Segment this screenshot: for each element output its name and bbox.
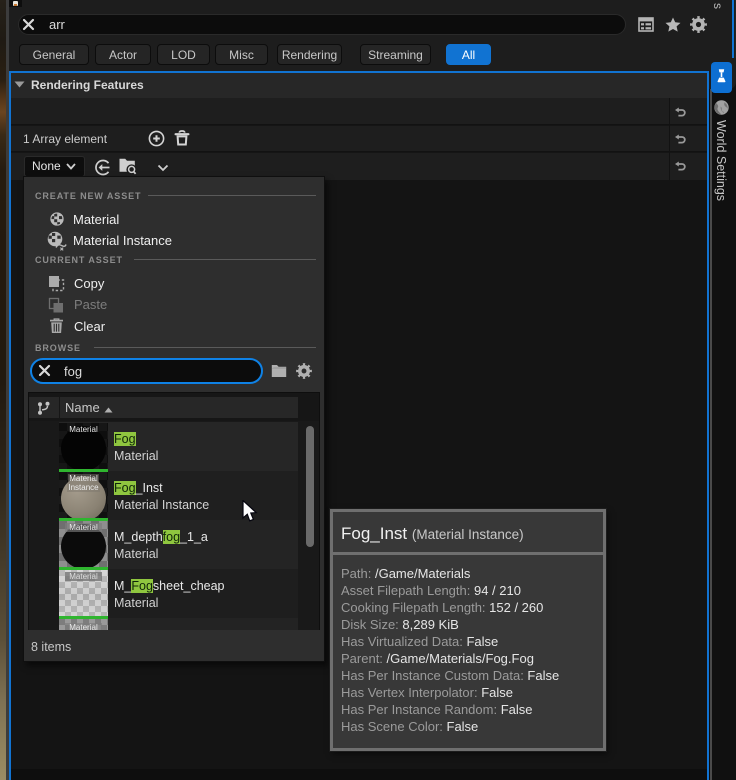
svg-text:s: s bbox=[712, 3, 725, 9]
svg-text:World Settings: World Settings bbox=[714, 120, 728, 201]
